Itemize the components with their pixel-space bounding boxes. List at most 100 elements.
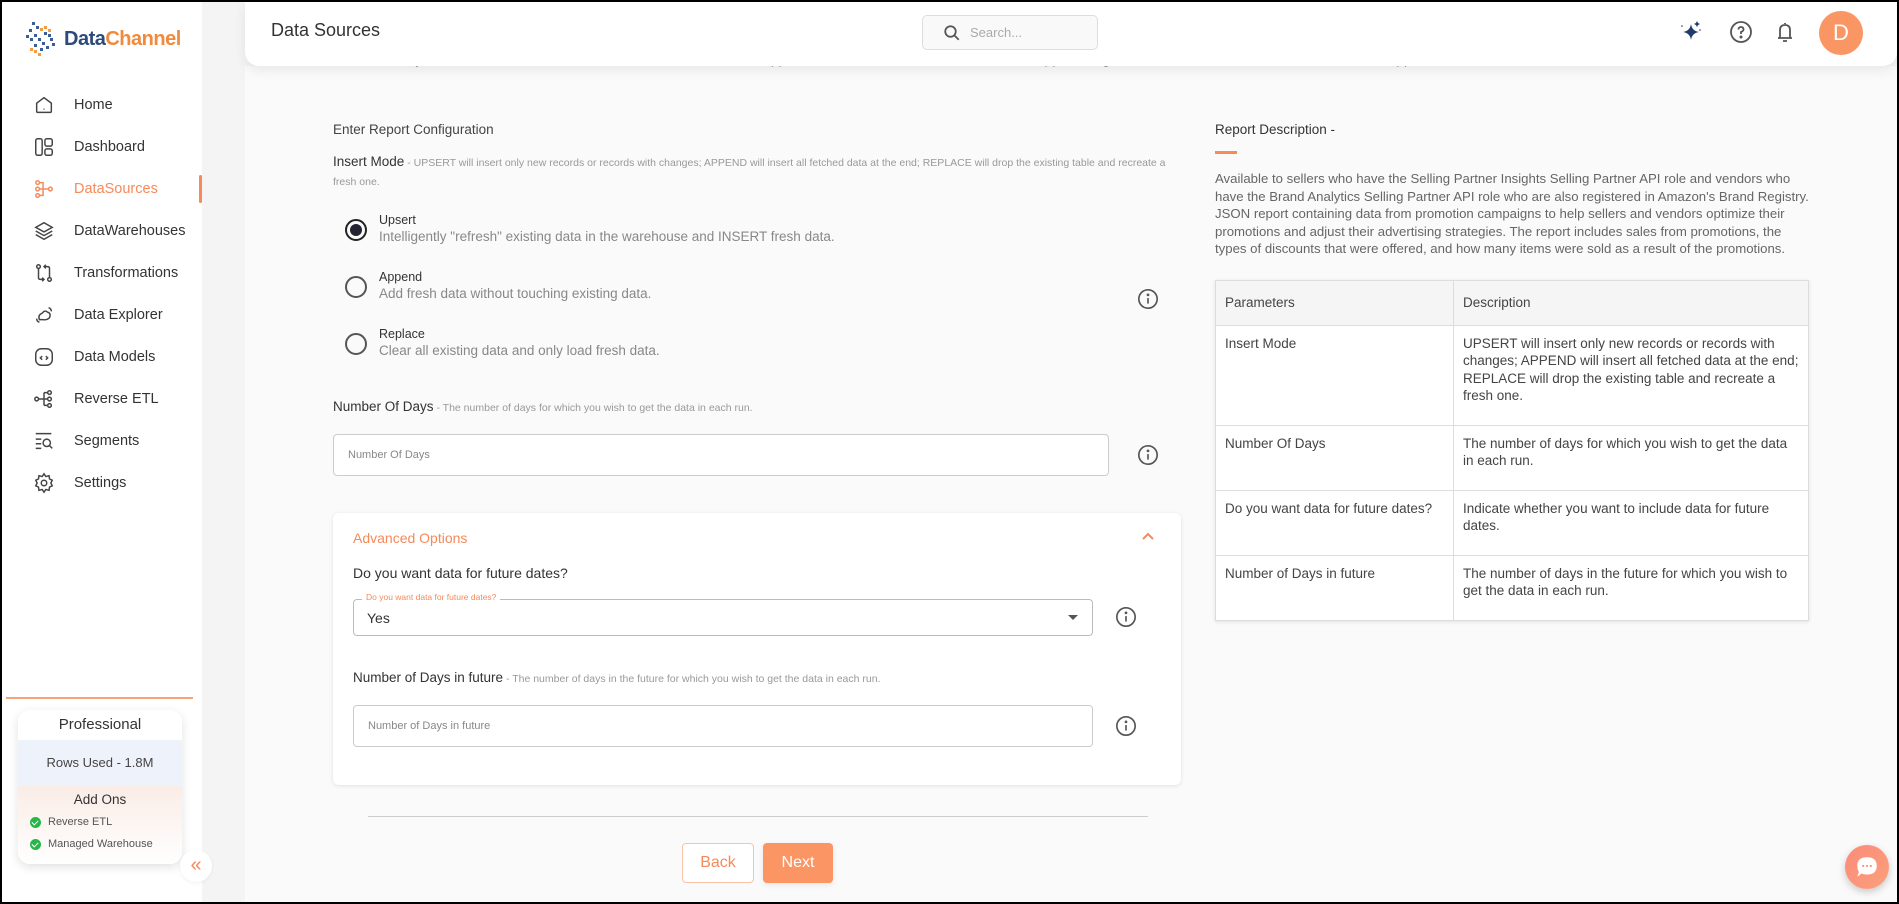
addon-label: Managed Warehouse: [48, 838, 153, 850]
report-config-form: Enter Report Configuration Insert Mode -…: [333, 122, 1183, 417]
sidebar-item-label: Dashboard: [74, 139, 145, 155]
sidebar-item-datasources[interactable]: DataSources: [2, 168, 202, 210]
sidebar-item-reverse-etl[interactable]: Reverse ETL: [2, 378, 202, 420]
field-label: Number Of Days: [333, 399, 434, 414]
segments-icon: [32, 429, 56, 453]
info-icon-days-in-future[interactable]: [1115, 715, 1137, 737]
table-header-row: Parameters Description: [1215, 279, 1809, 326]
table-row: Insert Mode UPSERT will insert only new …: [1215, 324, 1809, 426]
chat-support-button[interactable]: [1845, 845, 1889, 889]
radio-upsert[interactable]: Upsert Intelligently "refresh" existing d…: [345, 213, 1183, 270]
sidebar-item-label: Transformations: [74, 265, 179, 281]
datachannel-logo-icon: [26, 22, 55, 56]
radio-title: Append: [379, 270, 423, 284]
radio-desc: Clear all existing data and only load fr…: [379, 343, 660, 358]
back-button[interactable]: Back: [682, 843, 754, 883]
section-title: Enter Report Configuration: [333, 122, 494, 137]
sidebar-item-data-models[interactable]: Data Models: [2, 336, 202, 378]
help-icon[interactable]: [1727, 18, 1755, 46]
field-hint: - The number of days for which you wish …: [433, 402, 753, 414]
sidebar-item-label: Data Models: [74, 349, 156, 365]
search-box[interactable]: [922, 15, 1098, 50]
info-icon-insert-mode[interactable]: [1137, 288, 1159, 310]
search-icon: [944, 24, 960, 40]
parameters-table: Parameters Description Insert Mode UPSER…: [1215, 279, 1809, 621]
top-header: Data Sources D: [245, 2, 1897, 66]
column-header: Parameters: [1215, 279, 1454, 326]
gear-icon: [32, 471, 56, 495]
main-content: Enter Report Configuration Insert Mode -…: [245, 66, 1897, 902]
future-dates-question: Do you want data for future dates?: [353, 565, 568, 581]
brand-name: DataChannel: [64, 27, 181, 50]
addon-item: Reverse ETL: [18, 811, 182, 833]
radio-replace[interactable]: Replace Clear all existing data and only …: [345, 327, 1183, 384]
ai-sparkle-icon[interactable]: [1676, 18, 1704, 46]
chevron-up-icon[interactable]: [1141, 531, 1155, 541]
sidebar-item-label: DataSources: [74, 181, 158, 197]
radio-checked-icon: [345, 219, 367, 241]
param-name: Insert Mode: [1215, 324, 1454, 426]
field-hint: - UPSERT will insert only new records or…: [333, 157, 1166, 188]
param-description: The number of days in the future for whi…: [1453, 554, 1809, 621]
insert-mode-radio-group: Upsert Intelligently "refresh" existing d…: [345, 213, 1183, 384]
check-circle-icon: [30, 838, 41, 850]
number-of-days-label: Number Of Days - The number of days for …: [333, 398, 1183, 417]
explorer-icon: [32, 303, 56, 327]
addon-item: Managed Warehouse: [18, 833, 182, 855]
select-value: Yes: [367, 610, 390, 626]
logo[interactable]: DataChannel: [24, 20, 181, 58]
radio-desc: Add fresh data without touching existing…: [379, 286, 652, 301]
field-label: Number of Days in future: [353, 670, 504, 685]
title-accent-bar: [1215, 151, 1237, 154]
collapse-sidebar-button[interactable]: «: [180, 850, 212, 882]
info-icon-number-of-days[interactable]: [1137, 444, 1159, 466]
param-description: Indicate whether you want to include dat…: [1453, 489, 1809, 556]
addons-title: Add Ons: [73, 792, 127, 807]
select-floating-label: Do you want data for future dates?: [362, 592, 501, 602]
dropdown-caret-icon: [1068, 615, 1078, 620]
search-input[interactable]: [970, 25, 1080, 40]
sidebar-item-label: Reverse ETL: [74, 391, 159, 407]
sidebar-item-datawarehouses[interactable]: DataWarehouses: [2, 210, 202, 252]
chevrons-left-icon: «: [190, 854, 202, 876]
next-button[interactable]: Next: [763, 843, 833, 883]
field-hint: - The number of days in the future for w…: [503, 673, 881, 685]
plan-card: Professional Rows Used - 1.8M Add Ons Re…: [18, 710, 182, 864]
number-of-days-input[interactable]: [333, 434, 1109, 476]
user-avatar[interactable]: D: [1819, 11, 1863, 55]
bell-icon[interactable]: [1771, 18, 1799, 46]
insert-mode-label: Insert Mode - UPSERT will insert only ne…: [333, 153, 1183, 191]
code-icon: [32, 345, 56, 369]
sidebar-item-dashboard[interactable]: Dashboard: [2, 126, 202, 168]
param-name: Number Of Days: [1215, 424, 1454, 491]
advanced-options-toggle[interactable]: Advanced Options: [353, 530, 467, 546]
sidebar-nav: Home Dashboard DataSources DataWarehouse…: [2, 84, 202, 504]
sidebar-item-label: DataWarehouses: [74, 223, 186, 239]
chat-bubble-icon: [1857, 857, 1877, 877]
days-in-future-label: Number of Days in future - The number of…: [353, 669, 881, 688]
table-row: Number of Days in future The number of d…: [1215, 554, 1809, 621]
advanced-options-panel: Advanced Options Do you want data for fu…: [333, 513, 1181, 785]
sidebar-item-transformations[interactable]: Transformations: [2, 252, 202, 294]
transform-icon: [32, 261, 56, 285]
column-header: Description: [1453, 279, 1809, 326]
radio-unchecked-icon: [345, 276, 367, 298]
future-dates-select[interactable]: Do you want data for future dates? Yes: [353, 592, 1093, 636]
sidebar-item-label: Home: [74, 97, 113, 113]
datasources-icon: [32, 177, 56, 201]
check-circle-icon: [30, 816, 41, 828]
sidebar-item-settings[interactable]: Settings: [2, 462, 202, 504]
radio-title: Upsert: [379, 213, 416, 227]
radio-append[interactable]: Append Add fresh data without touching ex…: [345, 270, 1183, 327]
sidebar-item-home[interactable]: Home: [2, 84, 202, 126]
plan-title: Professional: [58, 716, 142, 733]
param-description: The number of days for which you wish to…: [1453, 424, 1809, 491]
sidebar-item-segments[interactable]: Segments: [2, 420, 202, 462]
days-in-future-input[interactable]: [353, 705, 1093, 747]
sidebar-item-data-explorer[interactable]: Data Explorer: [2, 294, 202, 336]
sidebar-item-label: Data Explorer: [74, 307, 163, 323]
param-name: Number of Days in future: [1215, 554, 1454, 621]
info-icon-future-dates[interactable]: [1115, 606, 1137, 628]
page-title: Data Sources: [271, 20, 381, 40]
sidebar: DataChannel Home Dashboard DataSources D…: [2, 2, 202, 902]
